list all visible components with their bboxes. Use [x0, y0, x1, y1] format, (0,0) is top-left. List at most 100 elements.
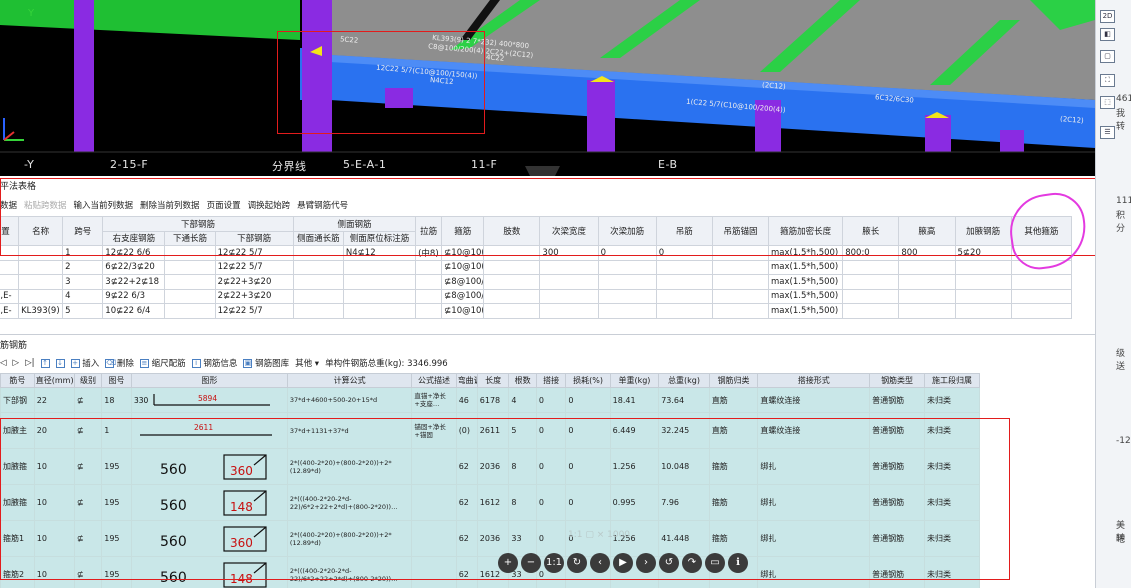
rebar-cell-name[interactable]: 箍筋1 — [0, 520, 35, 557]
rebar-table-row[interactable]: 加腋箍 10 ⊈ 195 560 148 2*(((400-2*20-2*d-22)/6*2… — [0, 484, 981, 521]
plan-table-cell[interactable]: 5⊈20 — [954, 245, 1012, 261]
rebar-cell-fig[interactable]: 18 — [101, 387, 132, 413]
col-header-4[interactable]: 下通长筋 — [164, 230, 216, 246]
rebar-cell-formula[interactable]: 2*(((400-2*20-2*d-22)/6*2+22+2*d)+(800-2… — [286, 484, 413, 521]
rebar-cell-count[interactable]: 4 — [508, 387, 537, 413]
plan-table-cell[interactable] — [415, 259, 443, 275]
plan-table-row[interactable]: 33⊈22+2⊈18 2⊈22+3⊈20 ⊈8@100/4 max(1.5*h,500… — [0, 274, 1073, 290]
col-header-6[interactable]: 侧面通长筋 — [292, 230, 344, 246]
rebar-cell-lapform[interactable]: 直螺纹连接 — [757, 412, 871, 449]
plan-table-cell[interactable] — [1010, 288, 1073, 304]
rebar-cell-desc[interactable] — [411, 448, 457, 485]
col-header-8[interactable]: 拉筋 — [415, 216, 443, 246]
rebar-cell-total[interactable]: 7.96 — [658, 484, 710, 521]
player-button[interactable]: + — [498, 553, 518, 573]
plan-table-cell[interactable]: 3⊈22+2⊈18 — [102, 274, 166, 290]
first-icon[interactable]: ◁ — [0, 358, 7, 368]
rebar-cell-seg[interactable]: 未归类 — [923, 520, 981, 557]
plan-table-cell[interactable] — [711, 274, 770, 290]
rebar-cell-cat[interactable]: 箍筋 — [708, 520, 759, 557]
plan-table-cell[interactable] — [655, 303, 713, 319]
rebar-col-header[interactable]: 计算公式 — [286, 373, 413, 388]
rebar-cell-len[interactable]: 2036 — [476, 520, 510, 557]
view-2d-icon[interactable]: 2D — [1100, 10, 1115, 23]
plan-table-cell[interactable]: 12⊈22 5/7 — [214, 303, 294, 319]
delete-button[interactable]: ⌫ 删除 — [105, 357, 134, 369]
rebar-cell-adj[interactable]: 62 — [455, 448, 478, 485]
rebar-cell-desc[interactable]: 直锚+净长+支座… — [411, 387, 457, 413]
rebar-cell-formula[interactable]: 2*(((400-2*20-2*d-22)/6*2+22+2*d)+(800-2… — [286, 556, 413, 588]
player-button[interactable]: ▶ — [613, 553, 633, 573]
plan-table-cell[interactable] — [1010, 245, 1073, 261]
rebar-cell-type[interactable]: 普通钢筋 — [869, 387, 925, 413]
rebar-cell-dia[interactable]: 22 — [33, 387, 75, 413]
rebar-cell-grade[interactable]: ⊈ — [73, 412, 103, 449]
col-header-11[interactable]: 次梁宽度 — [539, 216, 599, 246]
plan-table-cell[interactable]: (中8) — [415, 245, 443, 261]
col-header-13[interactable]: 吊筋 — [655, 216, 713, 246]
plan-table-cell[interactable]: ⊈8@100/4 — [441, 274, 485, 290]
rebar-cell-adj[interactable]: (0) — [455, 412, 478, 449]
rebar-col-header[interactable]: 搭接 — [535, 373, 567, 388]
rebar-cell-dia[interactable]: 20 — [33, 412, 75, 449]
rebar-col-header[interactable]: 施工段归属 — [923, 373, 981, 388]
plan-table-cell[interactable] — [711, 303, 770, 319]
rebar-cell-seg[interactable]: 未归类 — [923, 387, 981, 413]
plan-table-cell[interactable]: ⊈10@10(4 — [441, 303, 485, 319]
plan-table-cell[interactable]: 2 — [62, 259, 104, 275]
rebar-cell-unit[interactable]: 6.449 — [609, 412, 660, 449]
plan-table-row[interactable]: 7,E- 49⊈22 6/3 2⊈22+3⊈20 ⊈8@100/4 max(1.5*h,… — [0, 288, 1073, 304]
rebar-cell-total[interactable]: 10.048 — [658, 448, 710, 485]
player-button[interactable]: ℹ — [728, 553, 748, 573]
last-icon[interactable]: ▷| — [25, 358, 34, 368]
toolbar-item-data[interactable]: 数据 — [0, 199, 17, 213]
rebar-col-header[interactable]: 直径(mm) — [33, 373, 75, 388]
rebar-cell-type[interactable]: 普通钢筋 — [869, 520, 925, 557]
rebar-cell-count[interactable]: 5 — [508, 412, 537, 449]
plan-table-cell[interactable]: 300 — [539, 245, 599, 261]
col-header-18[interactable]: 加腋钢筋 — [954, 216, 1012, 246]
plan-table-cell[interactable] — [711, 288, 770, 304]
plan-table-cell[interactable] — [1010, 303, 1073, 319]
box-icon[interactable]: ▢ — [1100, 50, 1115, 63]
plan-table-cell[interactable]: 6⊈22/3⊈20 — [102, 259, 166, 275]
plan-table-cell[interactable]: ⊈8@100/4 — [441, 288, 485, 304]
rebar-cell-count[interactable]: 33 — [508, 520, 537, 557]
rebar-cell-lap[interactable]: 0 — [535, 412, 567, 449]
rebar-cell-adj[interactable]: 46 — [455, 387, 478, 413]
plan-table-cell[interactable]: 10⊈22 6/4 — [102, 303, 166, 319]
rebar-cell-dia[interactable]: 10 — [33, 448, 75, 485]
toolbar-item-input-column[interactable]: 输入当前列数据 — [74, 199, 134, 213]
rebar-cell-lapform[interactable]: 绑扎 — [757, 556, 871, 588]
col-header-0[interactable]: 置 — [0, 216, 20, 246]
rebar-cell-name[interactable]: 加腋主 — [0, 412, 35, 449]
rebar-cell-lapform[interactable]: 绑扎 — [757, 448, 871, 485]
plan-table-cell[interactable] — [164, 245, 216, 261]
rebar-cell-loss[interactable]: 0 — [565, 484, 611, 521]
rebar-col-header[interactable]: 级别 — [73, 373, 103, 388]
other-menu[interactable]: 其他 ▾ — [295, 357, 319, 369]
plan-table-cell[interactable] — [954, 303, 1012, 319]
plan-table-cell[interactable]: 9⊈22 6/3 — [102, 288, 166, 304]
player-button[interactable]: ↺ — [659, 553, 679, 573]
col-header-19[interactable]: 其他箍筋 — [1010, 216, 1073, 246]
plan-table-cell[interactable]: ⊈10@10(4 — [441, 245, 485, 261]
rebar-cell-grade[interactable]: ⊈ — [73, 387, 103, 413]
plan-table-cell[interactable] — [292, 274, 344, 290]
rebar-cell-desc[interactable]: 锚固+净长+锚固 — [411, 412, 457, 449]
col-header-15[interactable]: 箍筋加密长度 — [768, 216, 844, 246]
plan-table-cell[interactable] — [954, 274, 1012, 290]
plan-table-cell[interactable] — [18, 245, 64, 261]
plan-table-cell[interactable] — [483, 274, 541, 290]
3d-viewport[interactable]: Y -Y 2-15-F 分界线 5-E-A-1 11-F E-B 5C22 KL… — [0, 0, 1095, 176]
rebar-cell-type[interactable]: 普通钢筋 — [869, 412, 925, 449]
rebar-cell-unit[interactable]: 18.41 — [609, 387, 660, 413]
plan-table-cell[interactable] — [342, 259, 417, 275]
col-header-12[interactable]: 次梁加筋 — [597, 216, 657, 246]
rebar-cell-grade[interactable]: ⊈ — [73, 520, 103, 557]
plan-table-cell[interactable] — [164, 274, 216, 290]
plan-table-cell[interactable] — [898, 274, 956, 290]
plan-table-cell[interactable]: 2⊈22+3⊈20 — [214, 288, 294, 304]
rebar-cell-dia[interactable]: 10 — [33, 484, 75, 521]
rebar-cell-total[interactable]: 32.245 — [658, 412, 710, 449]
